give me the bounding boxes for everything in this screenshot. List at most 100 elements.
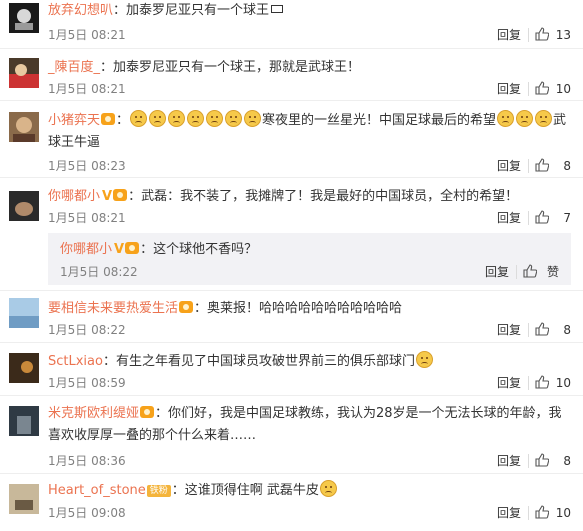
like-label: 赞 [546, 265, 559, 279]
sad-face-emoji-icon [516, 110, 534, 127]
thumbs-up-icon [535, 27, 549, 41]
avatar[interactable] [9, 58, 39, 88]
comment-time: 1月5日 08:21 [48, 82, 126, 96]
divider [528, 159, 529, 173]
comment-item: 放弃幻想叭：加泰罗尼亚只有一个球王 1月5日 08:21 回复 13 [0, 0, 583, 49]
member-badge-icon[interactable] [113, 189, 128, 201]
avatar[interactable] [9, 191, 39, 221]
comment-item: 米克斯欧利缇娅 ：你们好，我是中国足球教练，我认为28岁是一个无法长球的年龄，我喜… [0, 396, 583, 474]
reply-text: 你哪都小 V ：这个球他不香吗？ [60, 239, 571, 261]
like-button[interactable]: 13 [535, 27, 571, 43]
comment-time: 1月5日 08:59 [48, 376, 126, 390]
divider [528, 211, 529, 225]
comment-content: ：奥莱报！哈哈哈哈哈哈哈哈哈哈哈 [194, 301, 403, 316]
avatar[interactable] [9, 484, 39, 514]
comment-content: ：这谁顶得住啊 武磊牛皮 [171, 483, 319, 498]
reply-button[interactable]: 回复 [497, 158, 521, 174]
nested-reply: 你哪都小 V ：这个球他不香吗？ 1月5日 08:22 回复 赞 [48, 233, 571, 285]
avatar[interactable] [9, 3, 39, 33]
comment-time: 1月5日 08:22 [48, 323, 126, 337]
comment-time: 1月5日 08:36 [48, 454, 126, 468]
comment-time: 1月5日 08:21 [48, 211, 126, 225]
comment-text: 放弃幻想叭：加泰罗尼亚只有一个球王 [48, 0, 571, 22]
thumbs-up-icon [523, 264, 537, 278]
avatar[interactable] [9, 406, 39, 436]
divider [528, 323, 529, 337]
reply-button[interactable]: 回复 [497, 81, 521, 97]
comment-text: 米克斯欧利缇娅 ：你们好，我是中国足球教练，我认为28岁是一个无法长球的年龄，我喜… [48, 403, 571, 447]
like-button[interactable]: 10 [535, 375, 571, 391]
thumbs-up-icon [535, 375, 549, 389]
like-button[interactable]: 8 [535, 158, 571, 174]
reply-button[interactable]: 回复 [497, 453, 521, 469]
thumbs-up-icon [535, 81, 549, 95]
verified-v-icon: V [114, 242, 125, 257]
member-badge-icon[interactable] [179, 301, 194, 313]
comment-item: 你哪都小 V ：武磊：我不装了，我摊牌了！我是最好的中国球员，全村的希望！ 1月5日… [0, 178, 583, 291]
thumbs-up-icon [535, 322, 549, 336]
avatar[interactable] [9, 298, 39, 328]
like-button[interactable]: 10 [535, 81, 571, 97]
diamond-emoji-icon [271, 5, 284, 13]
comment-text: 你哪都小 V ：武磊：我不装了，我摊牌了！我是最好的中国球员，全村的希望！ [48, 186, 571, 208]
comment-text: _陳百度_：加泰罗尼亚只有一个球王，那就是武球王！ [48, 57, 571, 79]
fan-badge[interactable]: 铁粉 [146, 485, 171, 497]
like-button[interactable]: 8 [535, 453, 571, 469]
reply-button[interactable]: 回复 [497, 505, 521, 521]
username-link[interactable]: 要相信未来要热爱生活 [48, 301, 178, 316]
thumbs-up-icon [535, 505, 549, 519]
like-button[interactable]: 8 [535, 322, 571, 338]
comment-content: 寒夜里的一丝星光！中国足球最后的希望 [262, 113, 497, 128]
avatar[interactable] [9, 353, 39, 383]
like-count: 13 [555, 28, 571, 42]
like-button[interactable]: 10 [535, 505, 571, 521]
username-link[interactable]: 小猪弈天 [48, 113, 100, 128]
comment-item: 要相信未来要热爱生活 ：奥莱报！哈哈哈哈哈哈哈哈哈哈哈 1月5日 08:22 回复… [0, 291, 583, 343]
username-link[interactable]: 放弃幻想叭 [48, 3, 113, 18]
member-badge-icon[interactable] [125, 242, 140, 254]
comment-content: ： [116, 113, 130, 128]
comment-item: Heart_of_stone 铁粉 ：这谁顶得住啊 武磊牛皮 1月5日 09:08 … [0, 474, 583, 531]
divider [528, 82, 529, 96]
sad-face-emoji-icon [244, 110, 262, 127]
comment-item: _陳百度_：加泰罗尼亚只有一个球王，那就是武球王！ 1月5日 08:21 回复 … [0, 49, 583, 101]
thumbs-up-icon [535, 210, 549, 224]
like-count: 8 [563, 159, 571, 173]
username-link[interactable]: _陳百度_ [48, 60, 100, 75]
avatar[interactable] [9, 112, 39, 142]
comment-content: ：有生之年看见了中国球员攻破世界前三的俱乐部球门 [102, 354, 415, 369]
reply-button[interactable]: 回复 [497, 322, 521, 338]
divider [516, 265, 517, 279]
verified-v-icon: V [102, 189, 113, 204]
like-count: 10 [555, 376, 571, 390]
sad-face-emoji-icon [497, 110, 515, 127]
thumbs-up-icon [535, 453, 549, 467]
reply-button[interactable]: 回复 [497, 375, 521, 391]
cow-emoji-icon [319, 480, 337, 497]
sad-face-emoji-icon [149, 110, 167, 127]
comment-time: 1月5日 08:23 [48, 159, 126, 173]
member-badge-icon[interactable] [140, 406, 155, 418]
member-badge-icon[interactable] [101, 113, 116, 125]
comment-text: 小猪弈天：寒夜里的一丝星光！中国足球最后的希望 武球王牛逼 [48, 110, 571, 154]
like-button[interactable]: 7 [535, 210, 571, 226]
username-link[interactable]: 米克斯欧利缇娅 [48, 406, 139, 421]
like-button[interactable]: 赞 [523, 264, 559, 280]
like-count: 10 [555, 506, 571, 520]
sad-face-emoji-icon [535, 110, 553, 127]
comment-item: SctLxiao：有生之年看见了中国球员攻破世界前三的俱乐部球门 1月5日 08… [0, 343, 583, 396]
sad-face-emoji-icon [168, 110, 186, 127]
reply-button[interactable]: 回复 [497, 210, 521, 226]
username-link[interactable]: 你哪都小 [48, 189, 100, 204]
reply-button[interactable]: 回复 [497, 27, 521, 43]
divider [528, 28, 529, 42]
reply-button[interactable]: 回复 [485, 264, 509, 280]
comment-content: ：加泰罗尼亚只有一个球王 [113, 3, 270, 18]
like-count: 8 [563, 454, 571, 468]
username-link[interactable]: Heart_of_stone [48, 483, 146, 498]
sad-face-emoji-icon [187, 110, 205, 127]
comment-text: Heart_of_stone 铁粉 ：这谁顶得住啊 武磊牛皮 [48, 480, 571, 502]
username-link[interactable]: SctLxiao [48, 354, 103, 369]
username-link[interactable]: 你哪都小 [60, 242, 112, 257]
sad-face-emoji-icon [206, 110, 224, 127]
